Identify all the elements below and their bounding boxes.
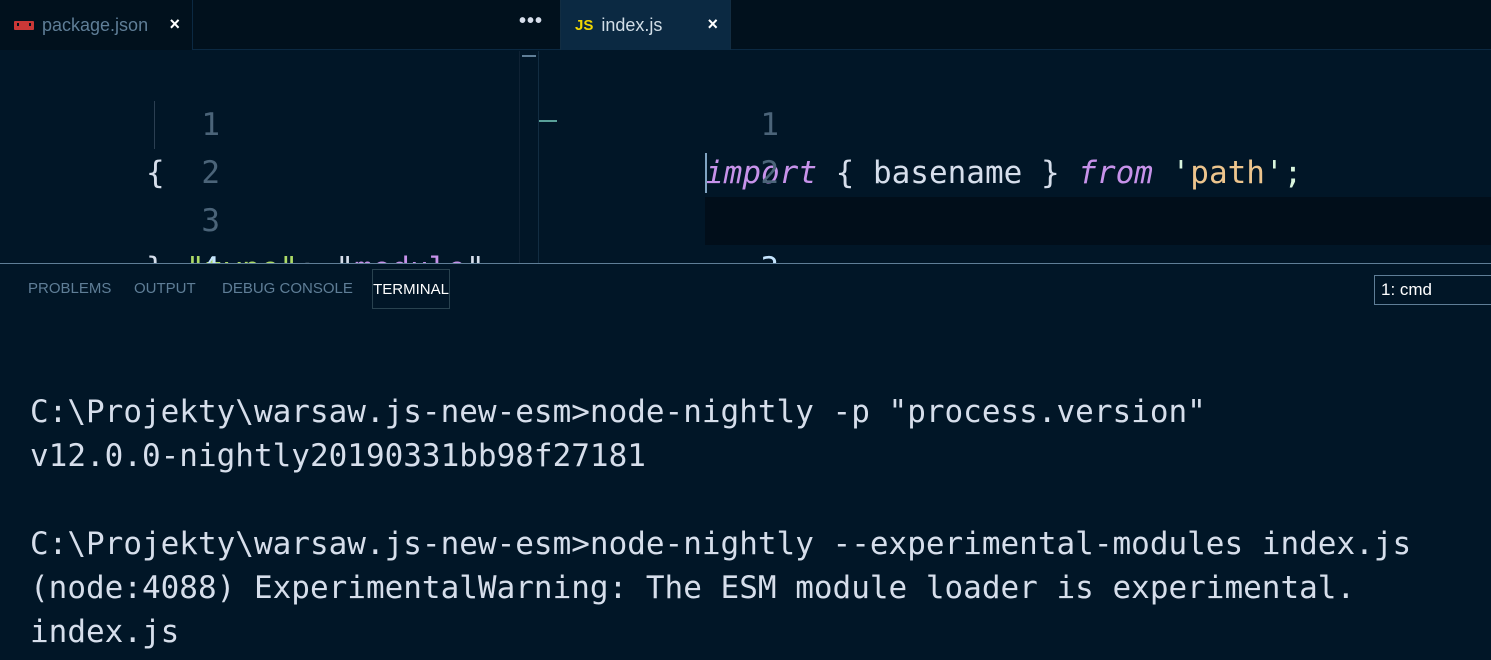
code-line: 3: [539, 149, 1491, 263]
terminal-line: index.js: [30, 614, 180, 650]
text-cursor: [705, 153, 707, 193]
close-icon[interactable]: ×: [169, 14, 180, 35]
indent-guide: [154, 101, 155, 149]
close-icon[interactable]: ×: [707, 14, 718, 35]
index-js-editor[interactable]: 1 import { basename } from 'path'; 2 con…: [539, 51, 1491, 263]
json-value: module: [354, 251, 466, 263]
line-number: 3: [651, 245, 779, 263]
terminal-output[interactable]: C:\Projekty\warsaw.js-new-esm>node-night…: [30, 390, 1411, 654]
code-line: 2 console.log(basename(import.meta.url))…: [539, 101, 1491, 239]
editor-area: package.json × ••• JS index.js × 1 { 2 "…: [0, 0, 1491, 263]
code-line: 1 {: [0, 53, 538, 191]
tab-debug-console[interactable]: DEBUG CONSOLE: [222, 269, 353, 309]
code-token: :: [298, 251, 335, 263]
terminal-select[interactable]: 1: cmd: [1374, 275, 1491, 305]
left-tab-bar: package.json ×: [0, 0, 505, 50]
terminal-line: C:\Projekty\warsaw.js-new-esm>node-night…: [30, 526, 1412, 562]
code-line: 2 "type": "module": [0, 101, 538, 263]
scroll-indicator: [522, 55, 536, 57]
code-line: 1 import { basename } from 'path';: [539, 53, 1491, 191]
tab-output[interactable]: OUTPUT: [134, 269, 196, 309]
tab-label: package.json: [42, 14, 149, 35]
tab-package-json[interactable]: package.json ×: [0, 0, 193, 50]
tab-problems[interactable]: PROBLEMS: [28, 269, 111, 309]
bottom-panel: PROBLEMS OUTPUT DEBUG CONSOLE TERMINAL 1…: [0, 263, 1491, 660]
terminal-line: (node:4088) ExperimentalWarning: The ESM…: [30, 570, 1356, 606]
package-json-editor[interactable]: 1 { 2 "type": "module" 3 } 4: [0, 51, 538, 263]
right-tab-bar: ••• JS index.js ×: [505, 0, 1491, 50]
tab-label: index.js: [601, 14, 663, 35]
current-line-highlight: [705, 197, 1491, 245]
line-number: 4: [112, 245, 220, 263]
code-line: 4: [0, 197, 538, 263]
terminal-line: C:\Projekty\warsaw.js-new-esm>node-night…: [30, 394, 1206, 430]
minimap-scrollbar[interactable]: [519, 51, 539, 263]
more-actions-icon[interactable]: •••: [519, 10, 543, 33]
code-line: 3 }: [0, 149, 538, 263]
code-token: ": [466, 251, 485, 263]
tab-terminal[interactable]: TERMINAL: [372, 269, 450, 309]
code-token: ": [335, 251, 354, 263]
terminal-line: v12.0.0-nightly20190331bb98f27181: [30, 438, 646, 474]
tab-index-js[interactable]: JS index.js ×: [560, 0, 731, 50]
js-file-icon: JS: [575, 16, 594, 34]
npm-icon: [14, 20, 34, 30]
